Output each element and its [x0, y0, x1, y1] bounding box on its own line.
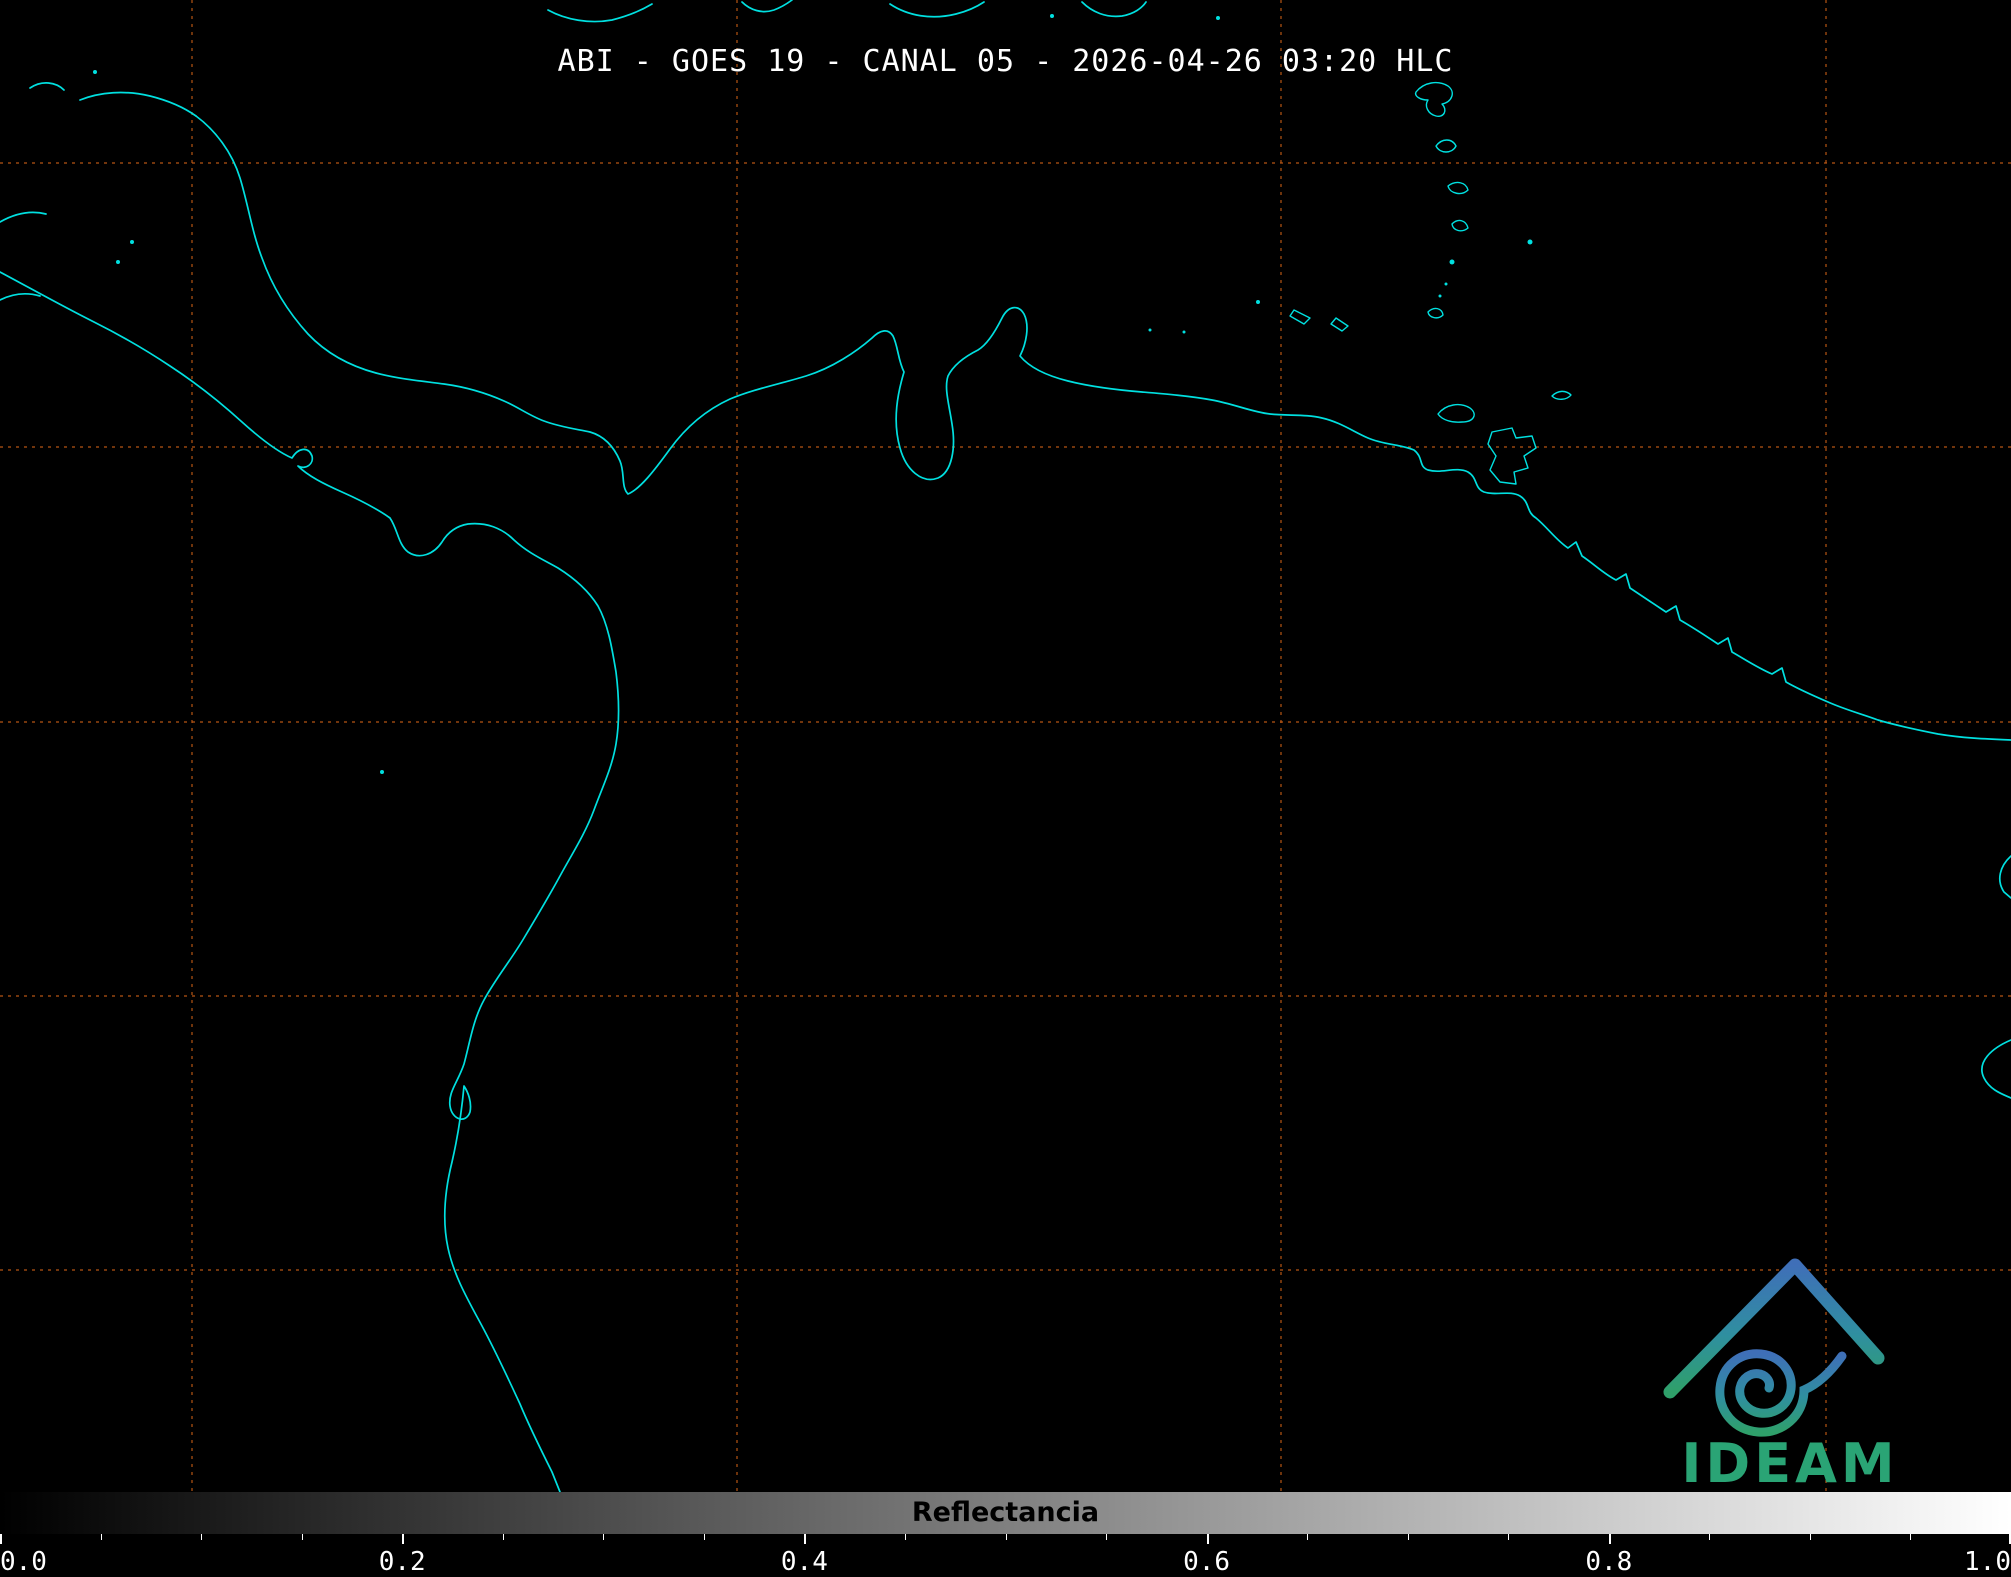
island-tobago [1551, 390, 1572, 400]
coast-fragment-top-d [1081, 1, 1147, 18]
island-dot [1182, 330, 1186, 334]
colorbar-minor-tick [603, 1534, 605, 1540]
island-dot [1444, 282, 1448, 286]
coast-fragment-top-a [547, 3, 653, 23]
coast-fragment-northwest-b [79, 91, 197, 117]
island-dot [116, 260, 120, 264]
colorbar-major-tick [0, 1534, 2, 1544]
coast-fragment-left-edge-a [0, 211, 47, 223]
coast-pacific-mainland [0, 271, 620, 1492]
satellite-image-viewport: ABI - GOES 19 - CANAL 05 - 2026-04-26 03… [0, 0, 2011, 1577]
island-dot [1527, 239, 1533, 245]
colorbar-tick-label: 0.2 [378, 1547, 426, 1577]
colorbar-major-tick [402, 1534, 405, 1544]
colorbar-tick-label: 0.4 [780, 1547, 828, 1577]
colorbar-minor-tick [301, 1534, 303, 1540]
island-dot [1050, 14, 1054, 18]
island-dot [1148, 328, 1152, 332]
ideam-logo-text: IDEAM [1681, 1432, 1898, 1495]
coast-fragment-left-edge-b [0, 293, 41, 301]
ideam-logo: IDEAM [1663, 1258, 1898, 1495]
colorbar-minor-tick [1508, 1534, 1510, 1540]
colorbar-minor-tick [1809, 1534, 1811, 1540]
colorbar-minor-tick [1106, 1534, 1108, 1540]
island-offshore-1 [1289, 309, 1311, 325]
colorbar-major-tick [1206, 1534, 1209, 1544]
colorbar-minor-tick [904, 1534, 906, 1540]
island-antilles-3 [1447, 181, 1469, 195]
island-dot [1216, 16, 1220, 20]
colorbar-minor-tick [1307, 1534, 1309, 1540]
island-antilles-1 [1414, 81, 1453, 118]
island-trinidad [1487, 427, 1537, 485]
island-dot [380, 770, 384, 774]
colorbar: Reflectancia [0, 1492, 2011, 1534]
colorbar-tick-label: 0.0 [0, 1547, 47, 1577]
island-dot [130, 240, 134, 244]
coast-caribbean-mainland [195, 115, 2011, 741]
colorbar-tick-label: 0.8 [1585, 1547, 1633, 1577]
island-dot [1449, 259, 1455, 265]
colorbar-tick-label: 0.6 [1183, 1547, 1231, 1577]
image-title: ABI - GOES 19 - CANAL 05 - 2026-04-26 03… [557, 44, 1454, 79]
coast-fragment-top-c [889, 1, 985, 18]
colorbar-minor-tick [1910, 1534, 1912, 1540]
colorbar-axis: 0.0 0.2 0.4 0.6 0.8 1.0 [0, 1534, 2011, 1577]
island-offshore-2 [1330, 317, 1349, 332]
island-antilles-4 [1451, 219, 1469, 232]
island-dot [1438, 294, 1442, 298]
colorbar-minor-tick [502, 1534, 504, 1540]
island-margarita [1437, 403, 1475, 423]
logo-mountain-icon [1663, 1258, 1885, 1399]
coast-fragment-top-b [741, 0, 793, 13]
colorbar-major-tick [804, 1534, 807, 1544]
colorbar-minor-tick [100, 1534, 102, 1540]
colorbar-minor-tick [201, 1534, 203, 1540]
coast-fragment-northwest-a [29, 82, 65, 91]
coast-fragment-right-edge-b [1981, 1039, 2011, 1099]
colorbar-minor-tick [1005, 1534, 1007, 1540]
colorbar-minor-tick [703, 1534, 705, 1540]
island-antilles-2 [1435, 139, 1457, 153]
colorbar-major-tick [1608, 1534, 1611, 1544]
colorbar-minor-tick [1407, 1534, 1409, 1540]
island-dot [1256, 300, 1260, 304]
colorbar-minor-tick [1709, 1534, 1711, 1540]
island-antilles-5 [1427, 307, 1444, 319]
coast-fragment-right-edge-a [1998, 855, 2011, 899]
colorbar-tick-label: 1.0 [1964, 1547, 2011, 1577]
colorbar-label: Reflectancia [911, 1497, 1100, 1528]
logo-cyclone-spiral-icon [1715, 1349, 1847, 1437]
